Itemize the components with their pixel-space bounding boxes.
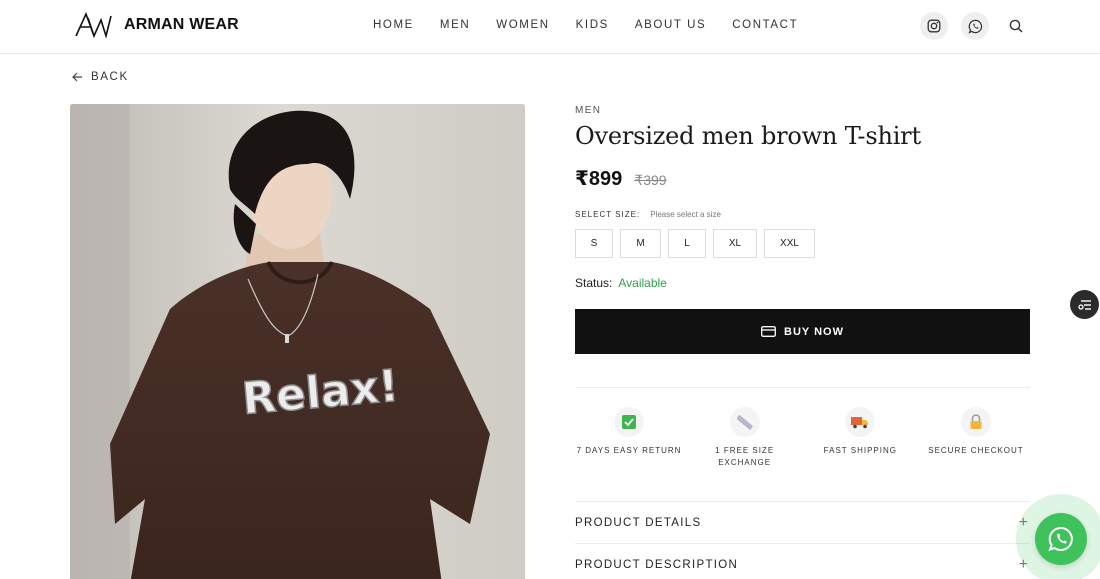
size-label: SELECT SIZE: — [575, 210, 641, 219]
header-actions — [920, 12, 1030, 40]
product-category: MEN — [575, 105, 602, 116]
accordion-label: PRODUCT DESCRIPTION — [575, 558, 739, 571]
buy-now-button[interactable]: BUY NOW — [575, 309, 1030, 354]
size-hint: Please select a size — [650, 210, 721, 219]
nav-about-us[interactable]: ABOUT US — [635, 19, 706, 31]
nav-contact[interactable]: CONTACT — [732, 19, 798, 31]
stock-status: Status: Available — [575, 276, 667, 290]
size-options: S M L XL XXL — [575, 229, 815, 258]
arrow-left-icon — [72, 72, 82, 82]
whatsapp-icon — [1048, 526, 1073, 552]
back-label: BACK — [91, 71, 129, 83]
feature-label: FAST SHIPPING — [823, 446, 897, 455]
feature-list: 7 DAYS EASY RETURN 1 FREE SIZE EXCHANGE … — [575, 407, 1030, 469]
size-option-xl[interactable]: XL — [713, 229, 757, 258]
feature-size-exchange: 1 FREE SIZE EXCHANGE — [691, 407, 799, 469]
price-row: ₹899 ₹399 — [575, 166, 667, 191]
brand-name: ARMAN WEAR — [124, 16, 239, 33]
size-header: SELECT SIZE: Please select a size — [575, 210, 721, 219]
nav-kids[interactable]: KIDS — [576, 19, 609, 31]
nav-men[interactable]: MEN — [440, 19, 470, 31]
lock-icon — [960, 407, 991, 437]
brand-logo[interactable]: ARMAN WEAR — [74, 12, 239, 38]
nav-home[interactable]: HOME — [373, 19, 414, 31]
whatsapp-icon[interactable] — [961, 12, 989, 40]
site-header: ARMAN WEAR HOME MEN WOMEN KIDS ABOUT US … — [0, 0, 1100, 54]
filter-list-icon — [1077, 299, 1091, 310]
size-option-m[interactable]: M — [620, 229, 661, 258]
feature-label: 7 DAYS EASY RETURN — [576, 446, 682, 455]
ruler-icon — [729, 407, 760, 437]
feature-label: 1 FREE SIZE — [715, 446, 775, 455]
product-image[interactable]: Relax! — [70, 104, 525, 579]
truck-icon — [845, 407, 876, 437]
size-option-s[interactable]: S — [575, 229, 613, 258]
feature-label-line2: EXCHANGE — [718, 458, 772, 467]
accordion-product-details[interactable]: PRODUCT DETAILS + — [575, 501, 1030, 543]
main-nav: HOME MEN WOMEN KIDS ABOUT US CONTACT — [373, 19, 824, 31]
status-label: Status: — [575, 276, 613, 290]
accordion-label: PRODUCT DETAILS — [575, 516, 702, 529]
size-option-xxl[interactable]: XXL — [764, 229, 815, 258]
feature-secure-checkout: SECURE CHECKOUT — [922, 407, 1030, 469]
credit-card-icon — [761, 326, 776, 337]
filter-toggle-button[interactable] — [1070, 290, 1099, 319]
sale-price: ₹899 — [575, 168, 623, 190]
feature-easy-return: 7 DAYS EASY RETURN — [575, 407, 683, 469]
accordion-product-description[interactable]: PRODUCT DESCRIPTION + — [575, 543, 1030, 579]
back-link[interactable]: BACK — [72, 71, 129, 83]
nav-women[interactable]: WOMEN — [496, 19, 549, 31]
search-icon[interactable] — [1002, 12, 1030, 40]
buy-now-label: BUY NOW — [784, 325, 844, 338]
check-box-icon — [614, 407, 644, 437]
status-value: Available — [618, 276, 667, 290]
feature-label: SECURE CHECKOUT — [928, 446, 1024, 455]
aw-monogram-icon — [75, 12, 112, 38]
product-photo: Relax! — [70, 104, 525, 579]
whatsapp-chat-button[interactable] — [1035, 513, 1087, 565]
divider — [575, 387, 1030, 388]
product-title: Oversized men brown T-shirt — [575, 122, 921, 150]
size-option-l[interactable]: L — [668, 229, 706, 258]
original-price: ₹399 — [634, 172, 667, 188]
feature-fast-shipping: FAST SHIPPING — [806, 407, 914, 469]
instagram-icon[interactable] — [920, 12, 948, 40]
